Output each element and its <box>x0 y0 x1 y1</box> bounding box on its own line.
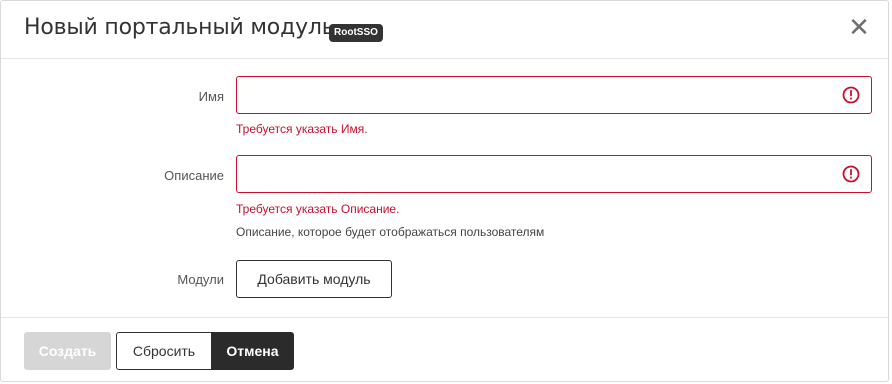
error-circle-icon <box>842 165 860 183</box>
description-error: Требуется указать Описание. <box>236 202 400 216</box>
name-field[interactable] <box>236 76 872 114</box>
dialog-footer: Создать Сбросить Отмена <box>1 317 888 383</box>
cancel-button[interactable]: Отмена <box>211 332 294 370</box>
error-circle-icon <box>842 86 860 104</box>
add-module-button[interactable]: Добавить модуль <box>236 260 392 298</box>
new-portal-module-dialog: Новый портальный модуль RootSSO ✕ Имя Тр… <box>0 0 889 382</box>
realm-badge: RootSSO <box>329 24 383 42</box>
description-field[interactable] <box>236 155 872 193</box>
description-help: Описание, которое будет отображаться пол… <box>236 225 545 239</box>
description-label: Описание <box>164 168 224 183</box>
name-input[interactable] <box>237 77 871 113</box>
close-icon[interactable]: ✕ <box>846 15 872 41</box>
name-error: Требуется указать Имя. <box>236 122 368 136</box>
modules-label: Модули <box>177 272 224 287</box>
dialog-title: Новый портальный модуль <box>24 15 335 40</box>
dialog-header: Новый портальный модуль RootSSO ✕ <box>1 1 888 59</box>
create-button[interactable]: Создать <box>24 332 111 370</box>
reset-button[interactable]: Сбросить <box>116 332 212 370</box>
name-label: Имя <box>198 89 224 104</box>
description-input[interactable] <box>237 156 871 192</box>
